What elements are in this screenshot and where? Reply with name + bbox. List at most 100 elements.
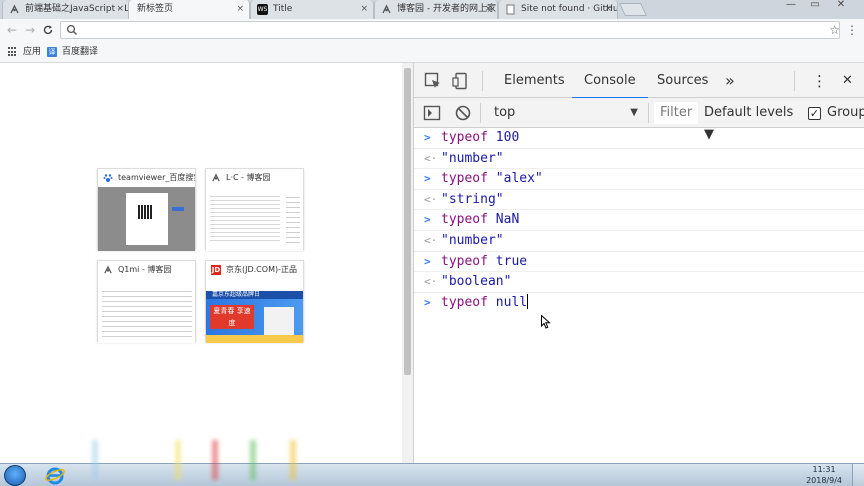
cnblogs-icon (9, 4, 20, 15)
address-bar[interactable] (60, 21, 840, 39)
close-tab-icon[interactable]: × (604, 0, 612, 19)
clock-date: 2018/9/4 (806, 476, 842, 485)
close-tab-icon[interactable]: × (236, 0, 244, 19)
tab-title[interactable]: WS Title × (250, 0, 374, 19)
minimize-icon[interactable]: — (780, 0, 802, 12)
bookmark-baidu-translate[interactable]: 译 百度翻译 (47, 45, 98, 59)
result-arrow-icon: <· (424, 151, 438, 165)
clock-time: 11:31 (812, 465, 836, 474)
new-tab-page: teamviewer_百度搜索 L·C - 博客园 Q1mi - 博客园 JD … (0, 63, 402, 463)
tab-javascript-basics[interactable]: 前端基础之JavaScript - L × (2, 0, 130, 19)
close-tab-icon[interactable]: × (360, 0, 368, 19)
execution-context-select[interactable]: top ▼ (488, 102, 642, 124)
jd-strip-text: 嘉京东超级品牌日 (206, 291, 303, 299)
tile-preview-image (98, 279, 195, 343)
page-scrollbar[interactable] (402, 63, 413, 463)
close-tab-icon[interactable]: × (484, 0, 492, 19)
console-prompt-input[interactable]: > typeof null (414, 293, 864, 314)
log-levels-dropdown[interactable]: Default levels ▼ (704, 102, 804, 142)
console-filter-input[interactable]: Filter (654, 102, 698, 124)
bookmark-label: 百度翻译 (62, 47, 99, 57)
tab-label: 前端基础之JavaScript - L (25, 4, 130, 14)
tab-sources[interactable]: Sources (657, 63, 708, 98)
prompt-chevron-icon: > (424, 213, 431, 227)
console-result-line: <· "boolean" (414, 272, 864, 293)
devtools-panel: Elements Console Sources » ⋮ ✕ top ▼ Fil… (413, 63, 864, 463)
tab-strip: 前端基础之JavaScript - L × 新标签页 × WS Title × … (0, 0, 864, 19)
prompt-chevron-icon: > (424, 295, 431, 309)
tile-preview-image (206, 187, 303, 251)
result-arrow-icon: <· (424, 192, 438, 206)
clear-console-icon[interactable] (454, 104, 472, 122)
tile-title: teamviewer_百度搜索 (118, 173, 195, 182)
tab-github-not-found[interactable]: Site not found · GitHub × (498, 0, 618, 19)
taskbar-glow (175, 440, 181, 480)
more-tabs-icon[interactable]: » (725, 63, 735, 98)
bookmarks-bar: 应用 译 百度翻译 (0, 41, 864, 63)
browser-menu-icon[interactable]: ⋮ (846, 22, 858, 38)
tab-label: Title (273, 4, 293, 14)
show-sidebar-icon[interactable] (423, 104, 441, 122)
show-desktop-button[interactable] (852, 464, 864, 486)
prompt-chevron-icon: > (424, 172, 431, 186)
search-icon (66, 24, 78, 36)
most-visited-tile-teamviewer[interactable]: teamviewer_百度搜索 (97, 168, 196, 251)
group-similar-label: Group (827, 105, 864, 120)
maximize-icon[interactable]: ▭ (804, 0, 826, 12)
most-visited-tile-lc-cnblogs[interactable]: L·C - 博客园 (205, 168, 304, 251)
taskbar-glow (212, 440, 218, 480)
bookmark-star-icon[interactable]: ☆ (829, 22, 840, 38)
mouse-pointer-icon (541, 314, 551, 329)
taskbar-clock[interactable]: 11:31 2018/9/4 (806, 464, 842, 486)
bookmark-apps[interactable]: 应用 (8, 45, 41, 59)
translate-icon: 译 (47, 47, 57, 57)
jd-banner-text: 夏青春 享速度 (210, 305, 254, 329)
tab-new-tab[interactable]: 新标签页 × (128, 0, 250, 19)
system-tray: 11:31 2018/9/4 (784, 464, 864, 486)
device-toolbar-icon[interactable] (452, 72, 470, 90)
context-value: top (494, 105, 516, 120)
prompt-chevron-icon: > (424, 131, 431, 144)
forward-arrow-icon[interactable]: → (22, 22, 38, 38)
console-toolbar: top ▼ Filter Default levels ▼ ✓ Group (414, 98, 864, 142)
most-visited-tile-jd[interactable]: JD 京东(JD.COM)-正品 嘉京东超级品牌日 夏青春 享速度 (205, 260, 304, 343)
inspect-element-icon[interactable] (424, 72, 442, 90)
text-caret (527, 293, 529, 309)
page-icon (505, 4, 516, 15)
result-arrow-icon: <· (424, 275, 438, 289)
windows-start-icon[interactable] (4, 465, 26, 486)
dropdown-arrow-icon: ▼ (630, 107, 638, 118)
console-result-line: <· "number" (414, 149, 864, 170)
console-input-line: > typeof "alex" (414, 169, 864, 190)
tab-cnblogs-home[interactable]: 博客园 - 开发者的网上家 × (374, 0, 498, 19)
internet-explorer-icon[interactable] (45, 466, 65, 485)
reload-icon[interactable] (40, 22, 56, 38)
most-visited-tile-q1mi-cnblogs[interactable]: Q1mi - 博客园 (97, 260, 196, 343)
bookmark-label: 应用 (23, 47, 42, 57)
separator (480, 103, 481, 123)
separator (482, 71, 483, 91)
close-devtools-icon[interactable]: ✕ (842, 63, 853, 98)
close-window-icon[interactable]: ✕ (830, 0, 852, 12)
close-tab-icon[interactable]: × (116, 0, 124, 19)
filter-placeholder: Filter (660, 105, 693, 120)
tab-label: Site not found · GitHub (521, 4, 618, 14)
back-arrow-icon[interactable]: ← (4, 22, 20, 38)
console-output[interactable]: > typeof 100 <· "number" > typeof "alex" <·… (414, 128, 864, 463)
apps-grid-icon (8, 47, 18, 57)
scrollbar-thumb[interactable] (404, 68, 411, 375)
console-input-line: > typeof 100 (414, 128, 864, 149)
tab-console[interactable]: Console (572, 63, 648, 99)
tab-elements[interactable]: Elements (504, 63, 565, 98)
tile-title: L·C - 博客园 (226, 173, 271, 182)
separator (648, 103, 649, 123)
new-tab-button[interactable] (618, 3, 648, 16)
devtools-menu-icon[interactable]: ⋮ (812, 63, 827, 98)
prompt-chevron-icon: > (424, 254, 431, 268)
group-similar-checkbox[interactable]: ✓ (808, 107, 821, 120)
devtools-tab-bar: Elements Console Sources » ⋮ ✕ (414, 63, 864, 99)
console-input-line: > typeof NaN (414, 210, 864, 231)
cnblogs-icon (381, 4, 392, 15)
tile-preview-image (98, 187, 195, 251)
tab-label: 博客园 - 开发者的网上家 (397, 4, 496, 14)
